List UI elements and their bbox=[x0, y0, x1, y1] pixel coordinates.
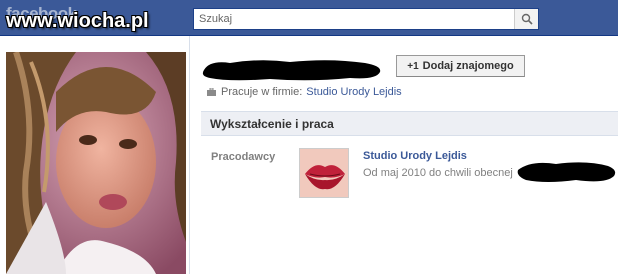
briefcase-icon bbox=[207, 88, 216, 96]
add-friend-button[interactable]: +1 Dodaj znajomego bbox=[396, 55, 525, 77]
top-bar: facebook www.wiocha.pl Szukaj bbox=[0, 0, 618, 36]
search-button[interactable] bbox=[514, 9, 538, 29]
watermark: www.wiocha.pl bbox=[6, 10, 149, 32]
company-thumbnail[interactable] bbox=[299, 148, 349, 198]
column-divider bbox=[189, 36, 190, 274]
employers-label: Pracodawcy bbox=[211, 151, 276, 163]
search-box[interactable]: Szukaj bbox=[193, 8, 539, 30]
profile-photo[interactable] bbox=[6, 52, 186, 274]
add-friend-label: Dodaj znajomego bbox=[422, 60, 514, 72]
section-title-education-work: Wykształcenie i praca bbox=[201, 111, 618, 136]
search-icon bbox=[521, 13, 533, 25]
search-input[interactable]: Szukaj bbox=[199, 13, 232, 25]
works-at-company-link[interactable]: Studio Urody Lejdis bbox=[306, 86, 401, 98]
add-friend-icon: +1 bbox=[407, 60, 419, 72]
employment-period: Od maj 2010 do chwili obecnej bbox=[363, 167, 513, 179]
works-at-line: Pracuje w firmie: Studio Urody Lejdis bbox=[207, 86, 402, 98]
company-name-link[interactable]: Studio Urody Lejdis bbox=[363, 150, 467, 162]
redacted-scribble bbox=[517, 162, 616, 182]
works-at-prefix: Pracuje w firmie: bbox=[221, 86, 303, 98]
profile-name-redacted bbox=[202, 60, 381, 81]
